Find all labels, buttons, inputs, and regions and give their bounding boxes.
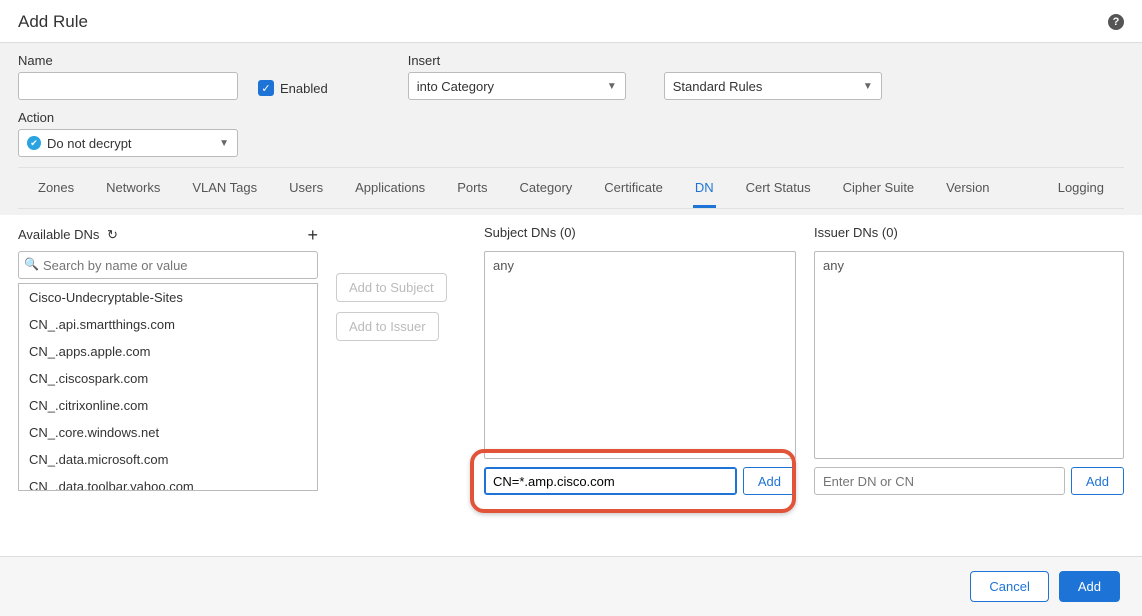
issuer-dns-box: any [814, 251, 1124, 459]
insert-select[interactable]: into Category ▼ [408, 72, 626, 100]
dialog-footer: Cancel Add [0, 556, 1142, 616]
name-label: Name [18, 53, 238, 68]
tabs: Zones Networks VLAN Tags Users Applications P… [18, 167, 1124, 209]
tab-cipher-suite[interactable]: Cipher Suite [841, 168, 917, 208]
available-dns-label: Available DNs [18, 227, 99, 242]
add-to-subject-button[interactable]: Add to Subject [336, 273, 447, 302]
name-input[interactable] [18, 72, 238, 100]
action-label: Action [18, 110, 238, 125]
list-item[interactable]: Cisco-Undecryptable-Sites [19, 284, 317, 311]
issuer-add-button[interactable]: Add [1071, 467, 1124, 495]
refresh-icon[interactable]: ↻ [107, 227, 118, 242]
tab-users[interactable]: Users [287, 168, 325, 208]
help-icon[interactable]: ? [1108, 14, 1124, 30]
subject-dn-input[interactable] [484, 467, 737, 495]
do-not-decrypt-icon: ✔ [27, 136, 41, 150]
tab-dn[interactable]: DN [693, 168, 716, 208]
add-dn-icon[interactable]: + [307, 225, 318, 246]
upper-form: Name ✓ Enabled Insert into Category ▼ x … [0, 43, 1142, 215]
checkbox-icon: ✓ [258, 80, 274, 96]
rules-select[interactable]: Standard Rules ▼ [664, 72, 882, 100]
action-value: Do not decrypt [47, 136, 132, 151]
list-item[interactable]: CN_.citrixonline.com [19, 392, 317, 419]
search-icon: 🔍 [24, 257, 39, 271]
tab-zones[interactable]: Zones [36, 168, 76, 208]
action-select[interactable]: ✔ Do not decrypt ▼ [18, 129, 238, 157]
subject-dns-label: Subject DNs (0) [484, 225, 796, 245]
tab-cert-status[interactable]: Cert Status [744, 168, 813, 208]
issuer-dn-input[interactable] [814, 467, 1065, 495]
chevron-down-icon: ▼ [863, 81, 873, 92]
tab-networks[interactable]: Networks [104, 168, 162, 208]
add-button[interactable]: Add [1059, 571, 1120, 602]
list-item[interactable]: CN_.core.windows.net [19, 419, 317, 446]
tab-logging[interactable]: Logging [1056, 168, 1106, 208]
dn-content: Available DNs ↻ + 🔍 Cisco-Undecryptable-… [0, 215, 1142, 495]
issuer-dns-label: Issuer DNs (0) [814, 225, 1124, 245]
cancel-button[interactable]: Cancel [970, 571, 1048, 602]
insert-label: Insert [408, 53, 626, 68]
tab-applications[interactable]: Applications [353, 168, 427, 208]
tab-vlan-tags[interactable]: VLAN Tags [190, 168, 259, 208]
subject-dns-box: any [484, 251, 796, 459]
available-dn-list[interactable]: Cisco-Undecryptable-SitesCN_.api.smartth… [18, 283, 318, 491]
tab-category[interactable]: Category [518, 168, 575, 208]
tab-ports[interactable]: Ports [455, 168, 489, 208]
chevron-down-icon: ▼ [219, 138, 229, 149]
list-item[interactable]: CN_.ciscospark.com [19, 365, 317, 392]
enabled-label: Enabled [280, 81, 328, 96]
dialog-title: Add Rule [18, 12, 88, 32]
list-item[interactable]: CN_.data.microsoft.com [19, 446, 317, 473]
rules-value: Standard Rules [673, 79, 763, 94]
enabled-checkbox[interactable]: ✓ Enabled [258, 80, 328, 96]
chevron-down-icon: ▼ [607, 81, 617, 92]
insert-value: into Category [417, 79, 494, 94]
add-to-issuer-button[interactable]: Add to Issuer [336, 312, 439, 341]
list-item[interactable]: CN_.apps.apple.com [19, 338, 317, 365]
list-item[interactable]: CN_.data.toolbar.yahoo.com [19, 473, 317, 491]
list-item[interactable]: CN_.api.smartthings.com [19, 311, 317, 338]
tab-version[interactable]: Version [944, 168, 991, 208]
dialog-header: Add Rule ? [0, 0, 1142, 43]
tab-certificate[interactable]: Certificate [602, 168, 665, 208]
subject-add-button[interactable]: Add [743, 467, 796, 495]
search-input[interactable] [18, 251, 318, 279]
